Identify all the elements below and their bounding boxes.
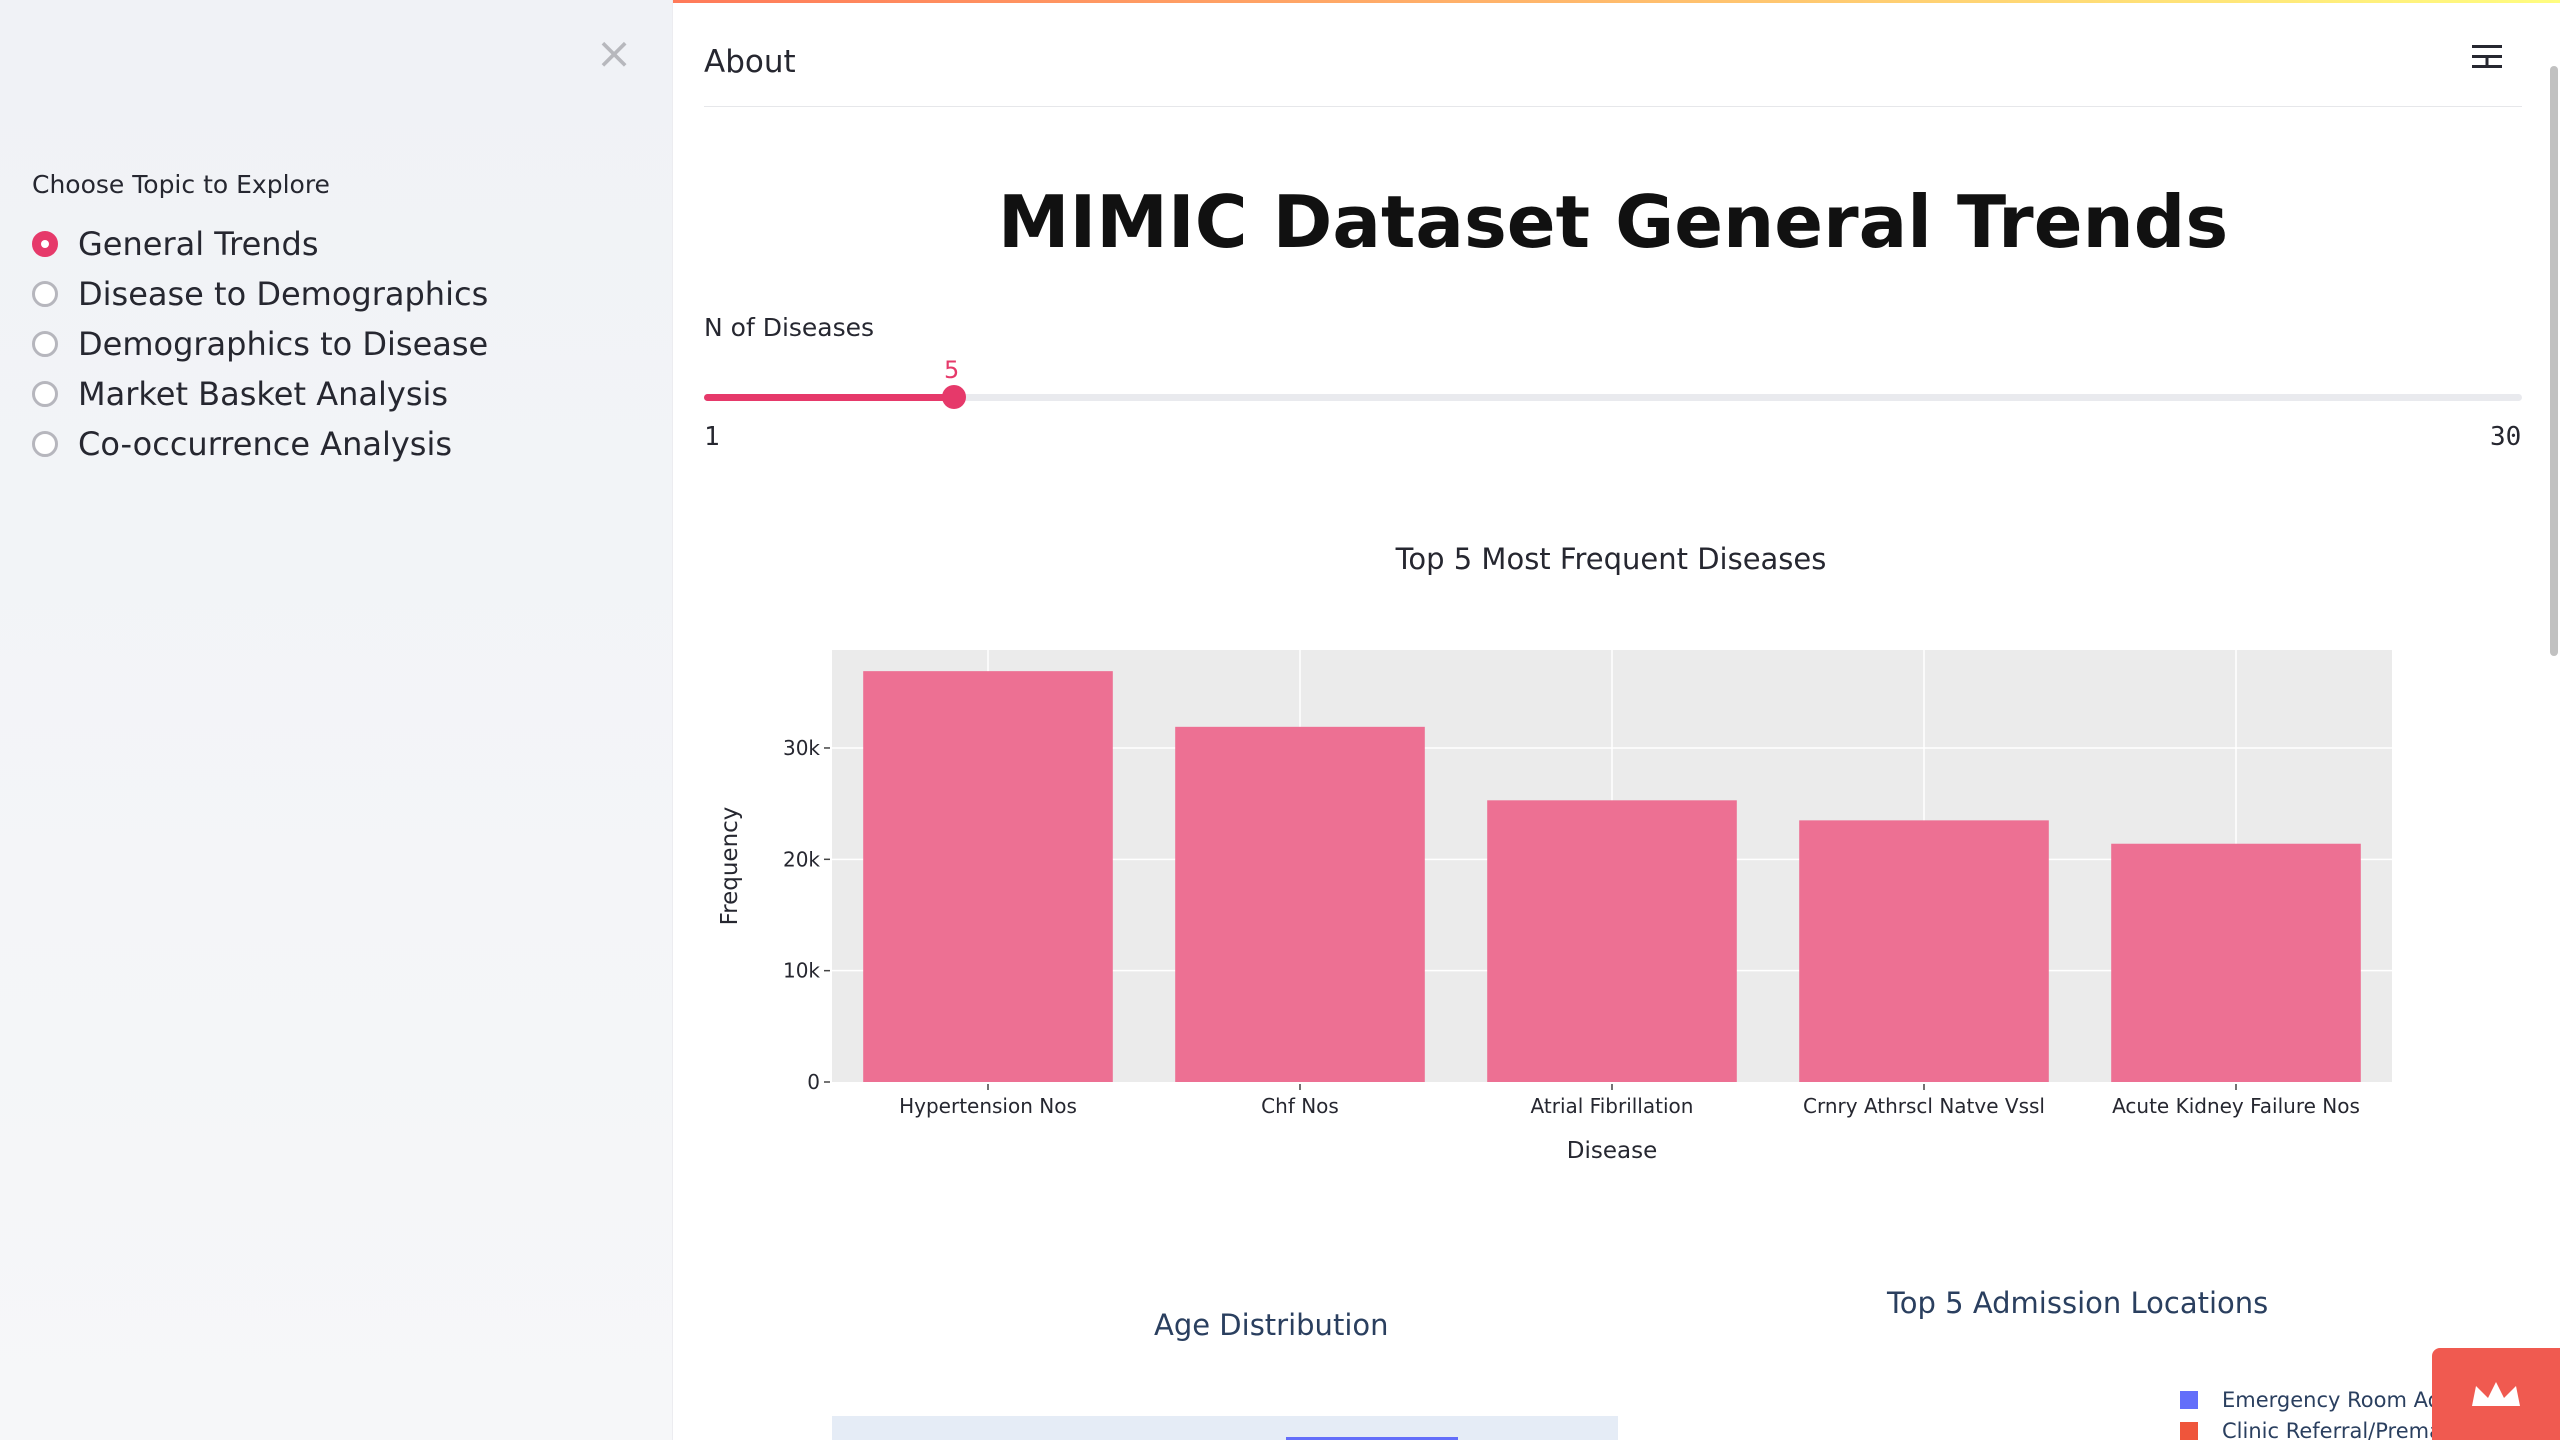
x-tick-label: Chf Nos [1261,1094,1339,1118]
legend-swatch [2180,1421,2198,1440]
radio-selected-icon[interactable] [32,231,58,257]
radio-co-occurrence-analysis[interactable]: Co-occurrence Analysis [32,419,488,469]
legend-item[interactable]: Emergency Room Adm [2180,1384,2461,1415]
radio-unselected-icon[interactable] [32,331,58,357]
legend-item[interactable]: Clinic Referral/Premat [2180,1415,2461,1446]
legend-label: Emergency Room Adm [2222,1387,2462,1412]
x-tick-label: Crnry Athrscl Natve Vssl [1803,1094,2045,1118]
hamburger-menu-icon[interactable] [2470,40,2504,74]
page-title: MIMIC Dataset General Trends [997,180,2229,264]
radio-label: Disease to Demographics [78,275,489,313]
slider-fill[interactable] [704,394,954,401]
radio-unselected-icon[interactable] [32,381,58,407]
about-tab[interactable]: About [704,44,796,80]
y-tick-label: 20k [783,847,820,871]
bar[interactable] [2111,843,2361,1082]
x-tick-label: Hypertension Nos [899,1094,1077,1118]
radio-unselected-icon[interactable] [32,281,58,307]
radio-label: Demographics to Disease [78,325,489,363]
admission-locations-title: Top 5 Admission Locations [1887,1286,2269,1320]
y-tick-label: 0 [807,1070,820,1094]
x-axis-title: Disease [1567,1138,1657,1164]
scrollbar-thumb[interactable] [2550,66,2558,656]
slider-value: 5 [944,356,960,384]
radio-demographics-to-disease[interactable]: Demographics to Disease [32,319,488,369]
radio-label: General Trends [78,225,319,263]
slider-thumb[interactable] [942,385,966,409]
slider-label: N of Diseases [704,313,875,342]
header-divider [704,106,2522,107]
x-tick-label: Atrial Fibrillation [1531,1094,1694,1118]
topic-label: Choose Topic to Explore [32,170,330,199]
age-plot-area [832,1416,1618,1440]
slider-max: 30 [2490,422,2522,452]
bar[interactable] [1175,726,1425,1082]
slider-min: 1 [704,422,720,452]
crown-logo-icon [2472,1382,2520,1406]
legend-label: Clinic Referral/Premat [2222,1418,2451,1443]
slider-track[interactable] [704,394,2522,401]
y-tick-label: 10k [783,959,820,983]
radio-disease-to-demographics[interactable]: Disease to Demographics [32,269,488,319]
legend-swatch [2180,1390,2198,1409]
bar[interactable] [1799,820,2049,1082]
topic-radio-group: General Trends Disease to Demographics D… [32,219,488,469]
disease-bar-chart: Top 5 Most Frequent Diseases 0 10k 20k 30k H… [717,542,2392,1164]
x-tick-label: Acute Kidney Failure Nos [2112,1094,2360,1118]
chart-title: Top 5 Most Frequent Diseases [1395,542,1827,576]
y-axis-title: Frequency [717,807,743,926]
radio-market-basket-analysis[interactable]: Market Basket Analysis [32,369,488,419]
close-icon[interactable]: × [594,32,634,76]
radio-label: Co-occurrence Analysis [78,425,453,463]
age-distribution-title: Age Distribution [1154,1308,1389,1342]
radio-unselected-icon[interactable] [32,431,58,457]
sidebar: × Choose Topic to Explore General Trends… [0,0,673,1440]
bar[interactable] [863,671,1113,1082]
streamlit-badge[interactable] [2432,1348,2560,1440]
radio-label: Market Basket Analysis [78,375,449,413]
radio-general-trends[interactable]: General Trends [32,219,488,269]
y-tick-label: 30k [783,736,820,760]
admission-legend: Emergency Room Adm Clinic Referral/Prema… [2180,1384,2461,1446]
bar[interactable] [1487,800,1737,1082]
